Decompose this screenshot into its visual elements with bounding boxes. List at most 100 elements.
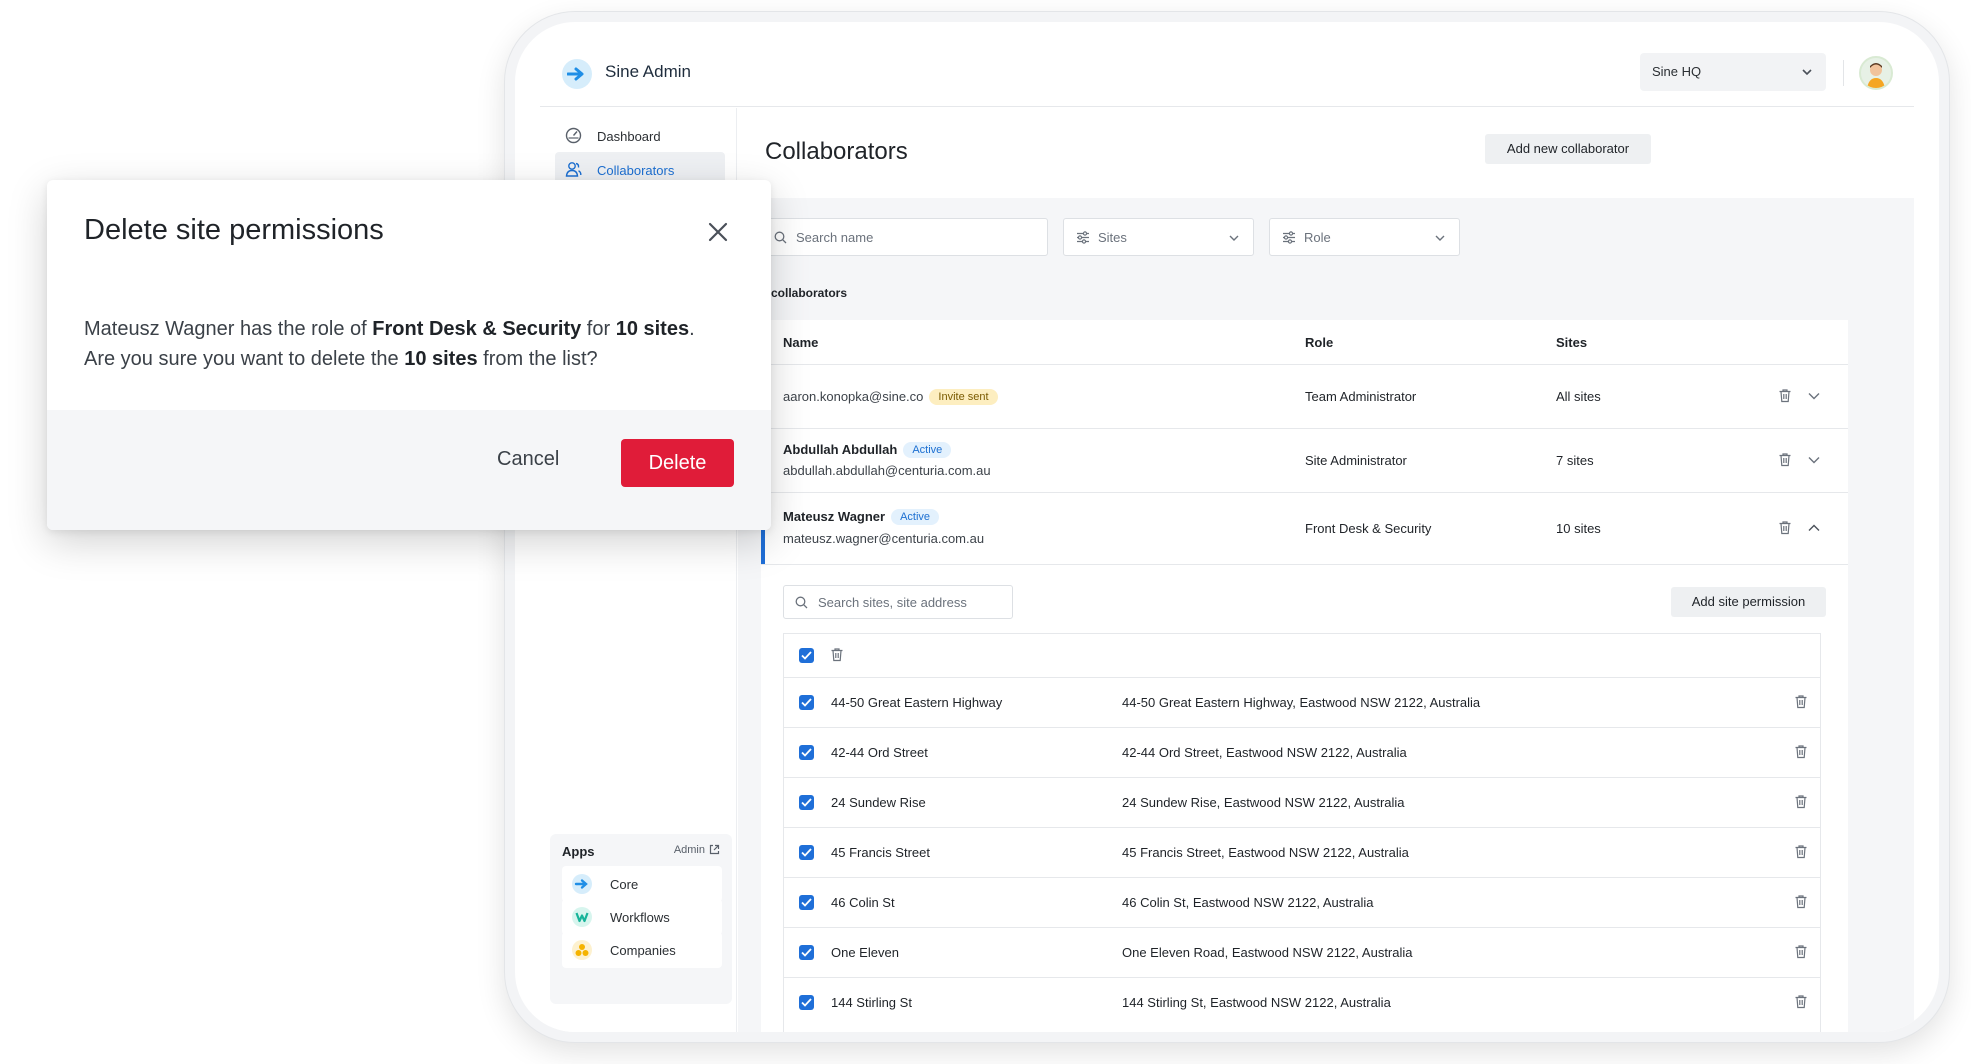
site-address: 144 Stirling St, Eastwood NSW 2122, Aust… [1122, 995, 1391, 1010]
site-selector[interactable]: Sine HQ [1640, 53, 1826, 91]
collaborator-sites: 10 sites [1556, 521, 1601, 536]
delete-button[interactable]: Delete [621, 439, 734, 487]
dashboard-icon [565, 127, 582, 149]
site-row[interactable]: 42-44 Ord Street 42-44 Ord Street, Eastwo… [784, 727, 1820, 777]
site-name: 24 Sundew Rise [831, 795, 926, 810]
sidebar-item-dashboard[interactable]: Dashboard [555, 118, 725, 154]
app-core[interactable]: Core [562, 866, 722, 902]
chevron-down-icon[interactable] [1807, 389, 1821, 408]
dialog-text: for [581, 318, 616, 340]
trash-icon[interactable] [1794, 894, 1808, 914]
trash-icon[interactable] [1794, 694, 1808, 714]
site-row[interactable]: 46 Colin St 46 Colin St, Eastwood NSW 212… [784, 877, 1820, 927]
chevron-down-icon [1433, 231, 1447, 250]
dialog-message: Mateusz Wagner has the role of Front Des… [84, 314, 724, 374]
table-row[interactable]: aaron.konopka@sine.co Invite sent Team Ad… [761, 364, 1848, 428]
collaborator-role: Team Administrator [1305, 389, 1417, 404]
site-checkbox[interactable] [799, 745, 814, 760]
sites-filter-dropdown[interactable]: Sites [1063, 218, 1254, 256]
site-checkbox[interactable] [799, 695, 814, 710]
trash-icon[interactable] [1778, 520, 1792, 540]
apps-panel: Apps Admin Core Workflows Companies [550, 834, 732, 1004]
column-header-sites: Sites [1556, 335, 1588, 350]
site-row[interactable]: 45 Francis Street 45 Francis Street, East… [784, 827, 1820, 877]
app-title: Sine Admin [605, 62, 691, 81]
status-badge: Invite sent [929, 389, 998, 405]
trash-icon[interactable] [1794, 844, 1808, 864]
apps-admin-label: Admin [673, 844, 705, 856]
add-site-permission-button[interactable]: Add site permission [1671, 587, 1826, 617]
dialog-text: Mateusz Wagner has the role of [84, 318, 373, 340]
table-row-selected[interactable]: Mateusz Wagner Active mateusz.wagner@cent… [761, 492, 1848, 564]
site-checkbox[interactable] [799, 995, 814, 1010]
trash-icon[interactable] [1778, 452, 1792, 472]
site-selector-value: Sine HQ [1652, 64, 1702, 79]
apps-title: Apps [562, 844, 595, 859]
app-workflows[interactable]: Workflows [562, 899, 722, 935]
collaborators-panel: Search name Sites Role 5 collaborators N… [738, 198, 1914, 1032]
site-row[interactable]: 144 Stirling St 144 Stirling St, Eastwood… [784, 977, 1820, 1027]
site-checkbox[interactable] [799, 945, 814, 960]
dialog-title: Delete site permissions [84, 214, 384, 246]
site-checkbox[interactable] [799, 845, 814, 860]
filter-icon [1076, 231, 1090, 249]
cancel-button[interactable]: Cancel [497, 448, 559, 471]
app-label: Companies [610, 943, 676, 958]
trash-icon[interactable] [1794, 994, 1808, 1014]
status-badge: Active [891, 509, 940, 525]
site-name: 44-50 Great Eastern Highway [831, 695, 1003, 710]
bulk-delete-trash-icon[interactable] [830, 647, 844, 667]
trash-icon[interactable] [1778, 388, 1792, 408]
role-filter-label: Role [1304, 230, 1331, 245]
column-header-name: Name [783, 335, 819, 350]
collaborator-sites: 7 sites [1556, 453, 1594, 468]
role-filter-dropdown[interactable]: Role [1269, 218, 1460, 256]
table-row[interactable]: Abdullah Abdullah Active abdullah.abdulla… [761, 428, 1848, 492]
site-permissions-panel: Search sites, site address Add site perm… [761, 564, 1848, 1032]
site-row[interactable]: 24 Sundew Rise 24 Sundew Rise, Eastwood N… [784, 777, 1820, 827]
external-link-icon [709, 844, 720, 855]
sine-logo-icon [562, 59, 592, 89]
site-address: One Eleven Road, Eastwood NSW 2122, Aust… [1122, 945, 1413, 960]
select-all-row [784, 634, 1820, 677]
site-row[interactable]: One Eleven One Eleven Road, Eastwood NSW … [784, 927, 1820, 977]
collaborator-name-cell: Mateusz Wagner Active [783, 509, 940, 525]
site-name: 42-44 Ord Street [831, 745, 928, 760]
main-content: Collaborators Add new collaborator Searc… [738, 108, 1914, 1032]
select-all-checkbox[interactable] [799, 648, 814, 663]
collaborators-table: Name Role Sites aaron.konopka@sine.co Inv… [761, 320, 1848, 1032]
user-avatar[interactable] [1859, 56, 1893, 90]
site-name: One Eleven [831, 945, 899, 960]
trash-icon[interactable] [1794, 794, 1808, 814]
collaborator-sites: All sites [1556, 389, 1601, 404]
sidebar-item-label: Collaborators [597, 163, 675, 178]
search-sites-input[interactable]: Search sites, site address [783, 585, 1013, 619]
search-icon [795, 596, 808, 614]
app-companies[interactable]: Companies [562, 932, 722, 968]
core-icon [572, 874, 592, 894]
trash-icon[interactable] [1794, 944, 1808, 964]
collaborator-role: Site Administrator [1305, 453, 1407, 468]
site-name: 46 Colin St [831, 895, 895, 910]
chevron-down-icon[interactable] [1807, 453, 1821, 472]
site-checkbox[interactable] [799, 795, 814, 810]
filter-icon [1282, 231, 1296, 249]
site-permissions-table: 44-50 Great Eastern Highway 44-50 Great E… [783, 633, 1821, 1032]
trash-icon[interactable] [1794, 744, 1808, 764]
site-checkbox[interactable] [799, 895, 814, 910]
add-new-collaborator-button[interactable]: Add new collaborator [1485, 134, 1651, 164]
search-name-input[interactable]: Search name [761, 218, 1048, 256]
companies-icon [572, 940, 592, 960]
chevron-down-icon [1227, 231, 1241, 250]
collaborator-name: Mateusz Wagner [783, 509, 886, 524]
top-bar: Sine Admin Sine HQ [540, 42, 1914, 107]
dialog-site-count: 10 sites [404, 348, 478, 370]
site-name: 45 Francis Street [831, 845, 930, 860]
collaborator-email: mateusz.wagner@centuria.com.au [783, 531, 985, 546]
apps-admin-link[interactable]: Admin [674, 844, 720, 856]
chevron-down-icon [1800, 65, 1814, 84]
app-label: Workflows [610, 910, 670, 925]
site-row[interactable]: 44-50 Great Eastern Highway 44-50 Great E… [784, 677, 1820, 727]
chevron-up-icon[interactable] [1807, 521, 1821, 540]
close-icon[interactable] [704, 218, 732, 246]
